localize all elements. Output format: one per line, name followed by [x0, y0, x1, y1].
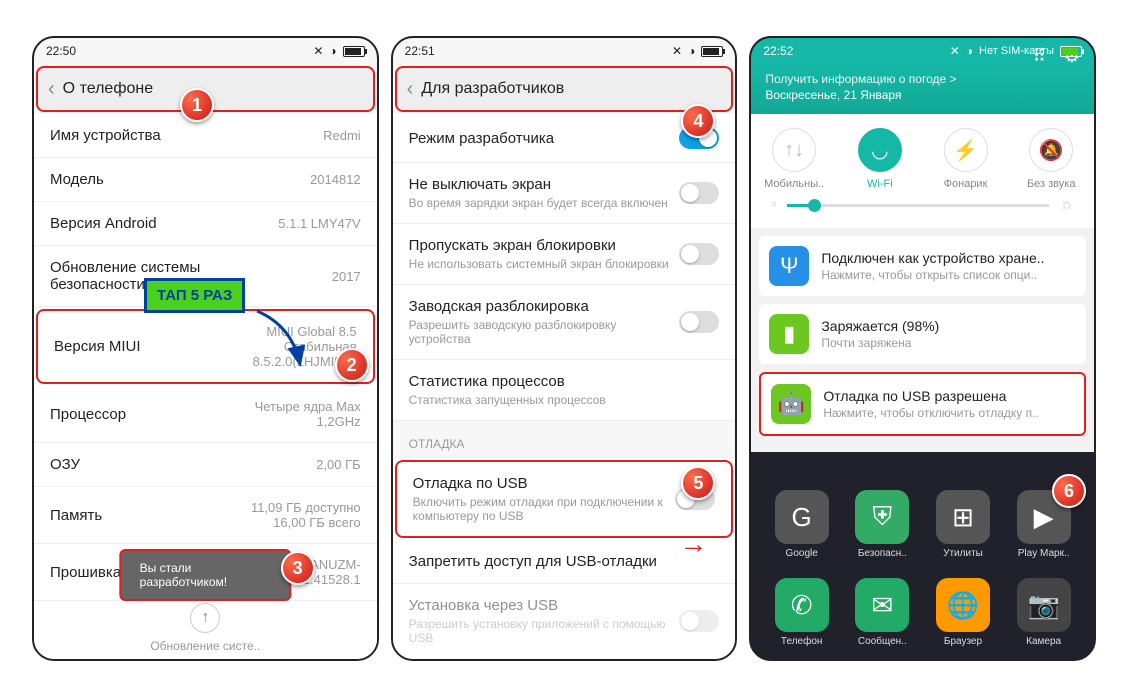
- dock-camera[interactable]: 📷Камера: [1014, 578, 1074, 647]
- android-icon: 🤖: [771, 384, 811, 424]
- toggle-oem-unlock[interactable]: [679, 311, 719, 333]
- arrow-blue-icon: [252, 306, 312, 376]
- qs-wifi[interactable]: ◡Wi-Fi: [837, 128, 923, 190]
- status-bar: 22:50 ✕ ◑: [34, 38, 377, 64]
- notif-usb-debug[interactable]: 🤖 Отладка по USB разрешенаНажмите, чтобы…: [759, 372, 1086, 436]
- battery-charge-icon: ▮: [769, 314, 809, 354]
- notifications: Ψ Подключен как устройство хране..Нажмит…: [751, 228, 1094, 452]
- status-bar: 22:51 ✕ ◑: [393, 38, 736, 64]
- battery-icon: [1060, 46, 1082, 57]
- row-storage[interactable]: Память11,09 ГБ доступно 16,00 ГБ всего: [34, 487, 377, 544]
- header-developer[interactable]: ‹ Для разработчиков: [395, 66, 734, 112]
- signal-icon: ◑: [966, 44, 973, 58]
- row-android-version[interactable]: Версия Android5.1.1 LMY47V: [34, 202, 377, 246]
- marker-6: 6: [1052, 474, 1086, 508]
- row-model[interactable]: Модель2014812: [34, 158, 377, 202]
- app-tools[interactable]: ⊞Утилиты: [933, 490, 993, 559]
- marker-1: 1: [180, 88, 214, 122]
- time: 22:51: [405, 44, 435, 58]
- wifi-icon: ◡: [858, 128, 902, 172]
- developer-list: Режим разработчика Не выключать экранВо …: [393, 114, 736, 659]
- back-icon[interactable]: ‹: [407, 78, 414, 101]
- weather-link[interactable]: Получить информацию о погоде >: [765, 72, 956, 86]
- battery-icon: [343, 46, 365, 57]
- toggle-stay-awake[interactable]: [679, 182, 719, 204]
- header-title: О телефоне: [63, 80, 153, 98]
- row-stay-awake[interactable]: Не выключать экранВо время зарядки экран…: [393, 163, 736, 224]
- row-device-name[interactable]: Имя устройстваRedmi: [34, 114, 377, 158]
- section-debug: ОТЛАДКА: [393, 421, 736, 458]
- toggle-usb-install[interactable]: [679, 610, 719, 632]
- qs-torch[interactable]: ⚡Фонарик: [923, 128, 1009, 190]
- back-icon[interactable]: ‹: [48, 78, 55, 101]
- app-row: GGoogle ⛨Безопасн.. ⊞Утилиты ▶Play Марк.…: [751, 490, 1094, 559]
- mobile-data-icon: ↑↓: [772, 128, 816, 172]
- signal-icon: ◑: [329, 44, 336, 58]
- arrow-red-icon: →: [679, 528, 707, 560]
- sun-dim-icon: ◦: [771, 196, 777, 214]
- battery-icon: [701, 46, 723, 57]
- vibrate-icon: ✕: [313, 44, 323, 58]
- header-title: Для разработчиков: [421, 80, 564, 98]
- silent-icon: 🔕: [1029, 128, 1073, 172]
- marker-2: 2: [335, 348, 369, 382]
- signal-icon: ◑: [688, 44, 695, 58]
- row-usb-debug[interactable]: Отладка по USBВключить режим отладки при…: [395, 460, 734, 538]
- usb-icon: Ψ: [769, 246, 809, 286]
- qs-silent[interactable]: 🔕Без звука: [1008, 128, 1094, 190]
- vibrate-icon: ✕: [672, 44, 682, 58]
- row-skip-lock[interactable]: Пропускать экран блокировкиНе использова…: [393, 224, 736, 285]
- status-icons: ✕ ◑ Нет SIM-карты: [950, 44, 1082, 58]
- sun-bright-icon: ☼: [1059, 196, 1074, 214]
- row-ram[interactable]: ОЗУ2,00 ГБ: [34, 443, 377, 487]
- row-cpu[interactable]: ПроцессорЧетыре ядра Max 1,2GHz: [34, 386, 377, 443]
- status-icons: ✕ ◑: [313, 44, 364, 58]
- update-label: Обновление систе..: [150, 639, 260, 653]
- dock-browser[interactable]: 🌐Браузер: [933, 578, 993, 647]
- dock-sms[interactable]: ✉Сообщен..: [852, 578, 912, 647]
- row-usb-install[interactable]: Установка через USBРазрешить установку п…: [393, 584, 736, 659]
- row-proc-stats[interactable]: Статистика процессовСтатистика запущенны…: [393, 360, 736, 421]
- time: 22:50: [46, 44, 76, 58]
- phone-1-about: 22:50 ✕ ◑ ‹ О телефоне Имя устройстваRed…: [32, 36, 379, 661]
- app-security[interactable]: ⛨Безопасн..: [852, 490, 912, 559]
- up-arrow-icon[interactable]: ↑: [190, 603, 220, 633]
- phone-3-notification-shade: 22:52 ✕ ◑ Нет SIM-карты Получить информа…: [749, 36, 1096, 661]
- dock: ✆Телефон ✉Сообщен.. 🌐Браузер 📷Камера: [751, 578, 1094, 647]
- phone-2-developer: 22:51 ✕ ◑ ‹ Для разработчиков Режим разр…: [391, 36, 738, 661]
- row-oem-unlock[interactable]: Заводская разблокировкаРазрешить заводск…: [393, 285, 736, 360]
- quick-settings: ↑↓Мобильны.. ◡Wi-Fi ⚡Фонарик 🔕Без звука …: [751, 114, 1094, 228]
- date-label: Воскресенье, 21 Января: [765, 88, 956, 102]
- notif-charging[interactable]: ▮ Заряжается (98%)Почти заряжена: [759, 304, 1086, 364]
- notif-usb-storage[interactable]: Ψ Подключен как устройство хране..Нажмит…: [759, 236, 1086, 296]
- qs-mobile-data[interactable]: ↑↓Мобильны..: [751, 128, 837, 190]
- torch-icon: ⚡: [944, 128, 988, 172]
- developer-toast: Вы стали разработчиком!: [120, 549, 291, 601]
- slider-thumb[interactable]: [808, 199, 821, 212]
- tap-callout: ТАП 5 РАЗ: [144, 278, 245, 313]
- home-screen: GGoogle ⛨Безопасн.. ⊞Утилиты ▶Play Марк.…: [751, 452, 1094, 659]
- marker-3: 3: [281, 551, 315, 585]
- app-google[interactable]: GGoogle: [772, 490, 832, 559]
- brightness-slider[interactable]: ◦ ☼: [751, 190, 1094, 220]
- status-icons: ✕ ◑: [672, 44, 723, 58]
- row-miui-version[interactable]: Версия MIUIMIUI Global 8.5 Стабильная 8.…: [36, 309, 375, 384]
- shade-header: Получить информацию о погоде > Воскресен…: [751, 64, 1094, 114]
- time: 22:52: [763, 44, 793, 58]
- grid-icon[interactable]: ⠿: [1033, 46, 1046, 67]
- dock-phone[interactable]: ✆Телефон: [772, 578, 832, 647]
- toggle-skip-lock[interactable]: [679, 243, 719, 265]
- vibrate-icon: ✕: [950, 44, 960, 58]
